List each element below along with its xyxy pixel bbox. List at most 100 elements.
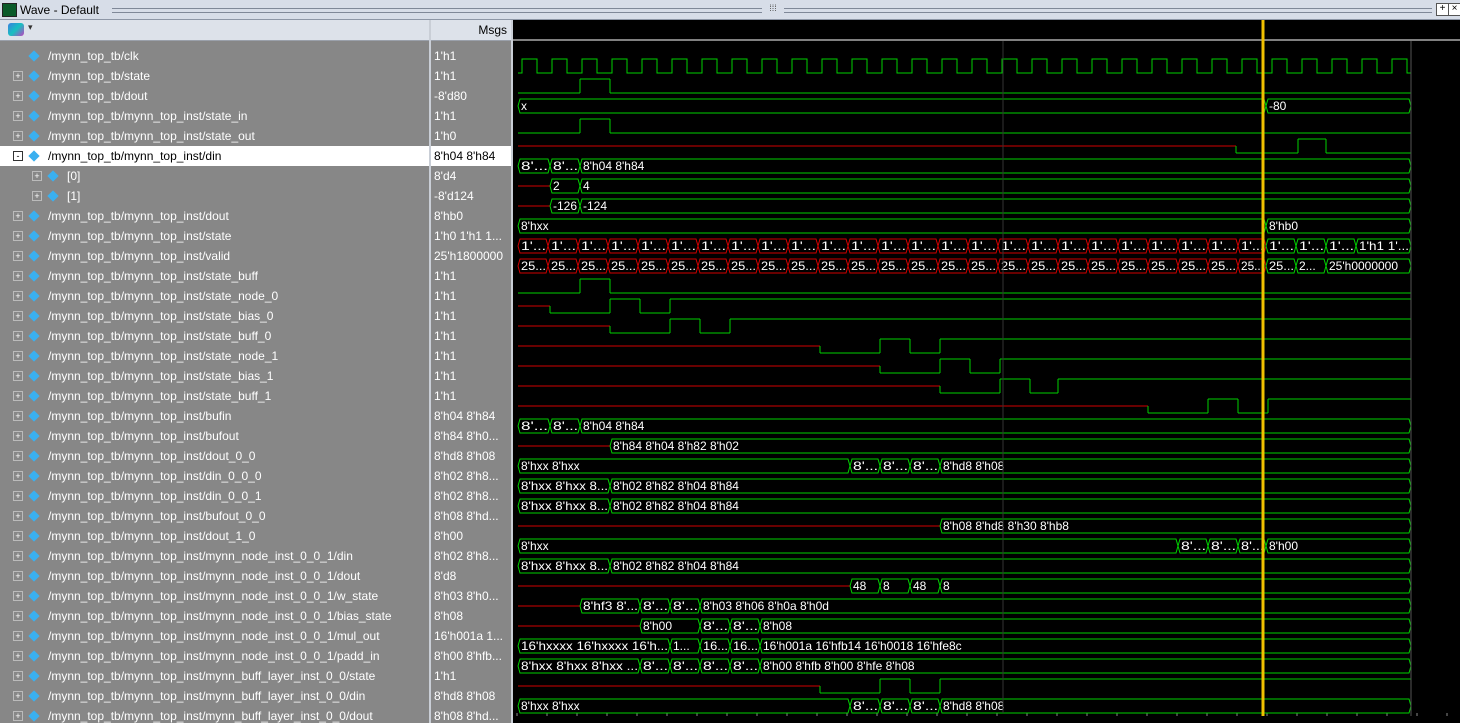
expand-icon[interactable]: + [13,431,23,441]
signal-icon [28,490,40,502]
signal-row[interactable]: + /mynn_top_tb/mynn_top_inst/mynn_node_in… [0,586,429,606]
signal-value: 8'h02 8'h8... [434,489,499,503]
bus-value-label: 25... [521,259,546,273]
expand-icon[interactable]: + [13,211,23,221]
signal-row[interactable]: + /mynn_top_tb/dout [0,86,429,106]
grip-handle-icon[interactable]: ⁞⁞⁞ [762,4,784,14]
signal-row[interactable]: + /mynn_top_tb/mynn_top_inst/dout_0_0 [0,446,429,466]
signal-row[interactable]: + /mynn_top_tb/mynn_top_inst/mynn_node_in… [0,606,429,626]
bus-value-label: 8'hxx 8'hxx [521,459,580,473]
signal-row[interactable]: + /mynn_top_tb/mynn_top_inst/dout_1_0 [0,526,429,546]
bus-value-label: 1'... [551,239,576,253]
signal-row[interactable]: + /mynn_top_tb/mynn_top_inst/mynn_node_in… [0,646,429,666]
expand-icon[interactable]: + [13,711,23,721]
expand-icon[interactable]: + [13,571,23,581]
signal-value: 8'd4 [434,169,457,183]
signal-value: 8'h00 8'hfb... [434,649,502,663]
bus-value-label: 1'... [881,239,906,253]
signal-row[interactable]: + /mynn_top_tb/mynn_top_inst/dout [0,206,429,226]
time-scrollbar[interactable] [513,716,1460,723]
signal-row[interactable]: + /mynn_top_tb/mynn_top_inst/state_buff_0 [0,326,429,346]
signal-row[interactable]: + /mynn_top_tb/mynn_top_inst/mynn_buff_la… [0,706,429,723]
collapse-icon[interactable]: - [13,151,23,161]
signal-name: [1] [67,189,81,203]
expand-icon[interactable]: + [13,91,23,101]
signal-row[interactable]: + /mynn_top_tb/mynn_top_inst/mynn_node_in… [0,626,429,646]
signal-name: /mynn_top_tb/mynn_top_inst/state_bias_0 [48,309,274,323]
bus-value-label: 1'... [1001,239,1026,253]
signal-row[interactable]: + /mynn_top_tb/mynn_top_inst/state_in [0,106,429,126]
expand-icon[interactable]: + [13,591,23,601]
signal-row[interactable]: + /mynn_top_tb/mynn_top_inst/bufout_0_0 [0,506,429,526]
expand-icon[interactable]: + [13,471,23,481]
bus-value-label: 1'... [1299,239,1324,253]
signal-row[interactable]: + [0] [0,166,429,186]
expand-icon[interactable]: + [13,111,23,121]
signal-row[interactable]: /mynn_top_tb/clk [0,46,429,66]
expand-icon[interactable]: + [13,651,23,661]
signal-row[interactable]: + /mynn_top_tb/mynn_top_inst/din_0_0_0 [0,466,429,486]
signal-name-header: ▾ [0,20,429,41]
expand-icon[interactable]: + [13,611,23,621]
signal-row[interactable]: + /mynn_top_tb/mynn_top_inst/state_out [0,126,429,146]
bus-segment [517,98,1267,114]
signal-row[interactable]: + /mynn_top_tb/mynn_top_inst/mynn_buff_la… [0,686,429,706]
bus-value-label: 8'hb0 [1269,219,1298,233]
signal-row[interactable]: + /mynn_top_tb/mynn_top_inst/state_buff_1 [0,386,429,406]
signal-row[interactable]: + /mynn_top_tb/mynn_top_inst/bufout [0,426,429,446]
signal-row[interactable]: + /mynn_top_tb/mynn_top_inst/valid [0,246,429,266]
expand-icon[interactable]: + [13,291,23,301]
signal-value: 8'h04 8'h84 [431,146,511,166]
signal-row[interactable]: + /mynn_top_tb/mynn_top_inst/bufin [0,406,429,426]
signal-row[interactable]: + [1] [0,186,429,206]
bus-value-label: 1'... [791,239,816,253]
close-button[interactable]: × [1448,3,1460,16]
expand-icon[interactable]: + [13,371,23,381]
expand-icon[interactable]: + [32,171,42,181]
bus-value-label: 1'... [1269,239,1294,253]
bus-value-label: 4 [583,179,590,193]
chevron-down-icon[interactable]: ▾ [28,22,33,33]
expand-icon[interactable]: + [13,411,23,421]
expand-icon[interactable]: + [13,451,23,461]
expand-icon[interactable]: + [13,131,23,141]
expand-icon[interactable]: + [13,391,23,401]
bus-value-label: 1'... [641,239,666,253]
signal-row[interactable]: + /mynn_top_tb/mynn_top_inst/state_bias_0 [0,306,429,326]
signal-value: 8'h04 8'h84 [434,409,496,423]
expand-icon[interactable]: + [13,351,23,361]
expand-icon[interactable]: + [13,311,23,321]
signal-row[interactable]: + /mynn_top_tb/mynn_top_inst/mynn_buff_la… [0,666,429,686]
signal-value: 8'h08 8'hd... [434,509,499,523]
wave-toolbar-icon[interactable] [8,23,24,36]
expand-icon[interactable]: + [13,551,23,561]
signal-row[interactable]: + /mynn_top_tb/mynn_top_inst/state_buff [0,266,429,286]
signal-row[interactable]: + /mynn_top_tb/mynn_top_inst/state_node_0 [0,286,429,306]
signal-row[interactable]: + /mynn_top_tb/mynn_top_inst/mynn_node_in… [0,566,429,586]
expand-icon[interactable]: + [13,71,23,81]
signal-row[interactable]: + /mynn_top_tb/mynn_top_inst/din_0_0_1 [0,486,429,506]
clock-trace [518,58,1411,74]
expand-icon[interactable]: + [13,671,23,681]
signal-row[interactable]: + /mynn_top_tb/state [0,66,429,86]
expand-icon[interactable]: + [13,251,23,261]
signal-icon [28,350,40,362]
signal-row[interactable]: + /mynn_top_tb/mynn_top_inst/mynn_node_in… [0,546,429,566]
expand-icon[interactable]: + [13,271,23,281]
expand-icon[interactable]: + [32,191,42,201]
waveform-pane[interactable]: x -80 8'... 8'... 8'h04 8'h84 2 4 -126 -124 8'hxx… [513,20,1460,716]
expand-icon[interactable]: + [13,691,23,701]
signal-row[interactable]: - /mynn_top_tb/mynn_top_inst/din [0,146,429,166]
expand-icon[interactable]: + [13,531,23,541]
expand-icon[interactable]: + [13,511,23,521]
signal-row[interactable]: + /mynn_top_tb/mynn_top_inst/state_bias_1 [0,366,429,386]
signal-row[interactable]: + /mynn_top_tb/mynn_top_inst/state_node_1 [0,346,429,366]
bus-value-label: 25... [791,259,816,273]
signal-row[interactable]: + /mynn_top_tb/mynn_top_inst/state [0,226,429,246]
expand-icon[interactable]: + [13,631,23,641]
expand-icon[interactable]: + [13,491,23,501]
expand-icon[interactable]: + [13,231,23,241]
bus-value-label: 25... [761,259,786,273]
signal-value: 1'h1 [434,389,457,403]
expand-icon[interactable]: + [13,331,23,341]
